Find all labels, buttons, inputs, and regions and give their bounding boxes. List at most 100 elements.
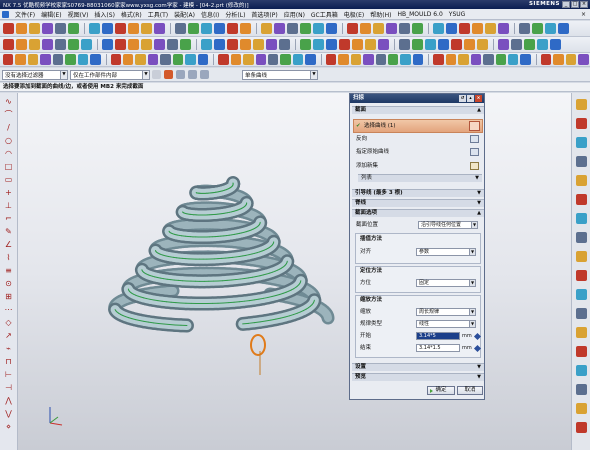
- toolbar-tool-icon[interactable]: [102, 39, 113, 50]
- sketch-tool-icon[interactable]: ∠: [3, 240, 14, 250]
- toolbar-tool-icon[interactable]: [313, 39, 324, 50]
- toolbar-tool-icon[interactable]: [388, 54, 399, 65]
- menu-edit[interactable]: 编辑(E): [41, 10, 61, 19]
- select-curve-icon[interactable]: [469, 121, 480, 131]
- guide-header[interactable]: 引导线 (最多 3 根) ▼: [352, 189, 484, 197]
- sketch-tool-icon[interactable]: ≡: [3, 266, 14, 276]
- filter-icon[interactable]: [152, 70, 161, 79]
- sketch-tool-icon[interactable]: ○: [3, 136, 14, 146]
- toolbar-tool-icon[interactable]: [214, 23, 225, 34]
- sketch-tool-icon[interactable]: /: [3, 123, 14, 133]
- toolbar-tool-icon[interactable]: [545, 23, 556, 34]
- settings-header[interactable]: 设置 ▼: [352, 363, 484, 371]
- toolbar-tool-icon[interactable]: [399, 39, 410, 50]
- toolbar-tool-icon[interactable]: [42, 39, 53, 50]
- resource-tab-icon[interactable]: [576, 327, 587, 338]
- toolbar-tool-icon[interactable]: [464, 39, 475, 50]
- toolbar-tool-icon[interactable]: [458, 54, 469, 65]
- toolbar-tool-icon[interactable]: [3, 54, 14, 65]
- section-location-dropdown[interactable]: 沿引导线任何位置 ▼: [418, 221, 478, 229]
- toolbar-tool-icon[interactable]: [227, 23, 238, 34]
- graphics-viewport[interactable]: [18, 93, 571, 450]
- menu-ysug[interactable]: YSUG: [449, 11, 466, 18]
- toolbar-tool-icon[interactable]: [240, 23, 251, 34]
- section-header[interactable]: 截面 ▲: [352, 106, 484, 114]
- toolbar-tool-icon[interactable]: [154, 23, 165, 34]
- toolbar-tool-icon[interactable]: [201, 39, 212, 50]
- toolbar-tool-icon[interactable]: [305, 54, 316, 65]
- toolbar-tool-icon[interactable]: [520, 54, 531, 65]
- selection-scope-dropdown[interactable]: 仅在工作部件内部 ▼: [70, 69, 150, 80]
- toolbar-tool-icon[interactable]: [352, 39, 363, 50]
- toolbar-tool-icon[interactable]: [540, 54, 552, 65]
- toolbar-tool-icon[interactable]: [274, 23, 285, 34]
- sketch-tool-icon[interactable]: ⋁: [3, 409, 14, 419]
- dialog-close-button[interactable]: ×: [475, 95, 482, 102]
- resource-tab-icon[interactable]: [576, 308, 587, 319]
- toolbar-tool-icon[interactable]: [433, 54, 444, 65]
- toolbar-tool-icon[interactable]: [532, 23, 543, 34]
- toolbar-tool-icon[interactable]: [485, 23, 496, 34]
- toolbar-tool-icon[interactable]: [280, 54, 291, 65]
- menu-close-icon[interactable]: ×: [581, 11, 586, 18]
- toolbar-tool-icon[interactable]: [400, 54, 411, 65]
- toolbar-tool-icon[interactable]: [472, 23, 483, 34]
- toolbar-tool-icon[interactable]: [29, 23, 40, 34]
- orientation-dropdown[interactable]: 固定 ▼: [416, 279, 476, 287]
- app-menu-icon[interactable]: [2, 10, 9, 18]
- sketch-tool-icon[interactable]: ◠: [3, 149, 14, 159]
- toolbar-tool-icon[interactable]: [446, 23, 457, 34]
- resource-tab-icon[interactable]: [576, 213, 587, 224]
- toolbar-tool-icon[interactable]: [16, 23, 27, 34]
- snap-midpoint-icon[interactable]: [188, 70, 197, 79]
- toolbar-tool-icon[interactable]: [339, 39, 350, 50]
- toolbar-tool-icon[interactable]: [279, 39, 290, 50]
- resource-tab-icon[interactable]: [576, 175, 587, 186]
- toolbar-tool-icon[interactable]: [350, 54, 362, 65]
- selection-filter-dropdown[interactable]: 没有选择过滤器 ▼: [2, 69, 68, 80]
- toolbar-tool-icon[interactable]: [445, 54, 457, 65]
- resource-tab-icon[interactable]: [576, 403, 587, 414]
- menu-application[interactable]: 应用(N): [284, 10, 305, 19]
- toolbar-tool-icon[interactable]: [565, 54, 577, 65]
- menu-gc-toolbox[interactable]: GC工具箱: [311, 10, 338, 19]
- toolbar-tool-icon[interactable]: [160, 54, 171, 65]
- toolbar-tool-icon[interactable]: [266, 39, 277, 50]
- resource-tab-icon[interactable]: [576, 118, 587, 129]
- toolbar-tool-icon[interactable]: [90, 54, 101, 65]
- maximize-button[interactable]: □: [571, 1, 579, 8]
- sketch-tool-icon[interactable]: ⌇: [3, 253, 14, 263]
- toolbar-tool-icon[interactable]: [27, 54, 39, 65]
- resource-tab-icon[interactable]: [576, 384, 587, 395]
- start-value-input[interactable]: 3.14*5: [416, 332, 460, 340]
- toolbar-tool-icon[interactable]: [230, 54, 242, 65]
- toolbar-tool-icon[interactable]: [477, 39, 488, 50]
- reset-icon[interactable]: ↺: [459, 95, 466, 102]
- menu-tools[interactable]: 工具(T): [148, 10, 168, 19]
- toolbar-tool-icon[interactable]: [102, 23, 113, 34]
- toolbar-tool-icon[interactable]: [29, 39, 40, 50]
- section-circle[interactable]: [250, 334, 266, 356]
- toolbar-tool-icon[interactable]: [451, 39, 462, 50]
- toolbar-tool-icon[interactable]: [42, 23, 53, 34]
- sketch-tool-icon[interactable]: +: [3, 188, 14, 198]
- toolbar-tool-icon[interactable]: [123, 54, 134, 65]
- sketch-tool-icon[interactable]: ∿: [3, 97, 14, 107]
- toolbar-tool-icon[interactable]: [141, 39, 152, 50]
- toolbar-tool-icon[interactable]: [378, 39, 389, 50]
- toolbar-tool-icon[interactable]: [154, 39, 165, 50]
- toolbar-tool-icon[interactable]: [227, 39, 238, 50]
- menu-view[interactable]: 视图(V): [68, 10, 89, 19]
- snap-center-icon[interactable]: [200, 70, 209, 79]
- toolbar-tool-icon[interactable]: [519, 23, 530, 34]
- resource-tab-icon[interactable]: [576, 137, 587, 148]
- toolbar-tool-icon[interactable]: [287, 23, 298, 34]
- toolbar-tool-icon[interactable]: [172, 54, 184, 65]
- sketch-tool-icon[interactable]: ⊙: [3, 279, 14, 289]
- toolbar-tool-icon[interactable]: [240, 39, 251, 50]
- scaling-dropdown[interactable]: 周长规律 ▼: [416, 308, 476, 316]
- toolbar-tool-icon[interactable]: [218, 54, 229, 65]
- menu-assembly[interactable]: 装配(A): [174, 10, 195, 19]
- sketch-tool-icon[interactable]: ⋀: [3, 396, 14, 406]
- resource-tab-icon[interactable]: [576, 346, 587, 357]
